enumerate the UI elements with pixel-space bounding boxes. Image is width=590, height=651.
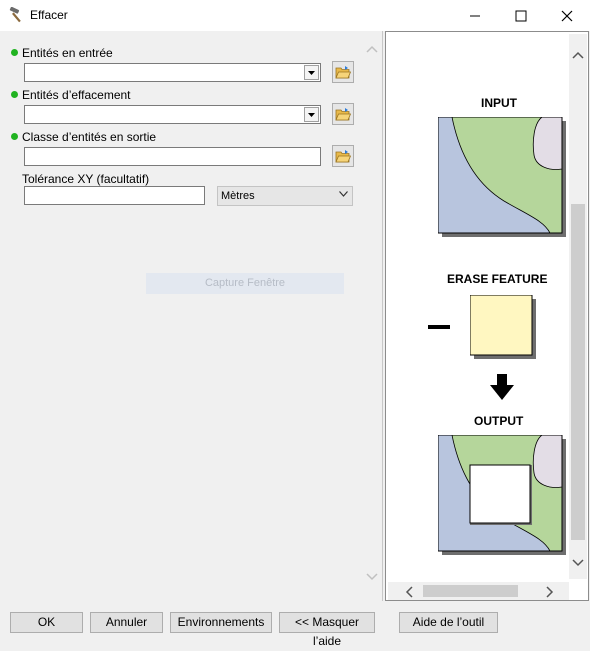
minus-icon xyxy=(428,325,450,329)
chevron-down-icon xyxy=(339,191,348,197)
scroll-down-icon[interactable] xyxy=(366,573,378,581)
units-dropdown[interactable]: Mètres xyxy=(217,186,353,206)
erase-features-combobox[interactable] xyxy=(24,105,321,124)
browse-erase-button[interactable] xyxy=(332,103,354,125)
input-label: INPUT xyxy=(481,96,517,110)
maximize-icon xyxy=(515,10,527,21)
input-illustration xyxy=(438,117,566,237)
parameters-pane: Entités en entrée Entités d’effacement C… xyxy=(2,31,383,601)
environments-button[interactable]: Environnements xyxy=(170,612,272,633)
hide-help-button[interactable]: << Masquer l’aide xyxy=(279,612,375,648)
maximize-button[interactable] xyxy=(498,0,544,31)
xy-tolerance-label: Tolérance XY (facultatif) xyxy=(22,172,150,186)
open-folder-icon xyxy=(335,150,351,163)
erase-feature-square xyxy=(470,295,536,359)
close-button[interactable] xyxy=(544,0,590,31)
required-indicator xyxy=(11,91,18,98)
scroll-thumb[interactable] xyxy=(571,204,585,540)
help-pane: INPUT ERASE FEATURE OUTPUT xyxy=(385,31,589,601)
required-indicator xyxy=(11,133,18,140)
open-folder-icon xyxy=(335,66,351,79)
chevron-down-icon xyxy=(308,70,315,75)
scroll-down-icon[interactable] xyxy=(572,559,584,567)
browse-output-button[interactable] xyxy=(332,145,354,167)
output-illustration xyxy=(438,435,566,555)
ok-button[interactable]: OK xyxy=(10,612,83,633)
minimize-icon xyxy=(470,15,480,16)
capture-window-overlay: Capture Fenêtre xyxy=(146,273,344,294)
input-features-combobox[interactable] xyxy=(24,63,321,82)
output-feature-class-label: Classe d’entités en sortie xyxy=(22,130,157,144)
help-vertical-scrollbar[interactable] xyxy=(569,34,587,579)
scroll-thumb[interactable] xyxy=(423,585,518,597)
dropdown-button[interactable] xyxy=(304,65,319,80)
open-folder-icon xyxy=(335,108,351,121)
window-title: Effacer xyxy=(30,8,68,22)
arrow-down-icon xyxy=(490,374,514,400)
scroll-right-icon[interactable] xyxy=(546,586,554,598)
parameters-scrollbar[interactable] xyxy=(363,33,381,599)
units-value: Mètres xyxy=(221,190,255,202)
erase-feature-label: ERASE FEATURE xyxy=(447,272,548,286)
required-indicator xyxy=(11,49,18,56)
input-features-label: Entités en entrée xyxy=(22,46,113,60)
output-feature-class-input[interactable] xyxy=(24,147,321,166)
tool-help-button[interactable]: Aide de l’outil xyxy=(399,612,498,633)
help-horizontal-scrollbar[interactable] xyxy=(388,582,569,600)
hammer-icon xyxy=(9,7,21,23)
scroll-up-icon[interactable] xyxy=(572,51,584,59)
cancel-button[interactable]: Annuler xyxy=(90,612,163,633)
xy-tolerance-input[interactable] xyxy=(24,186,205,205)
close-icon xyxy=(561,10,573,21)
output-label: OUTPUT xyxy=(474,414,524,428)
dropdown-button[interactable] xyxy=(304,107,319,122)
scroll-left-icon[interactable] xyxy=(405,586,413,598)
chevron-down-icon xyxy=(308,112,315,117)
minimize-button[interactable] xyxy=(452,0,498,31)
title-bar: Effacer xyxy=(0,0,590,31)
erase-features-label: Entités d’effacement xyxy=(22,88,131,102)
browse-input-button[interactable] xyxy=(332,61,354,83)
scroll-up-icon[interactable] xyxy=(366,45,378,53)
